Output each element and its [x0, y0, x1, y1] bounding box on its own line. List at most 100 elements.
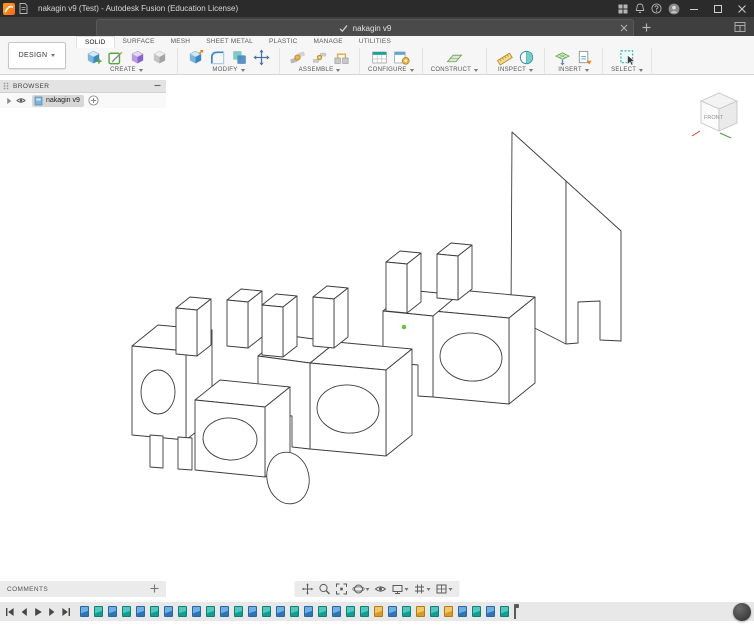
- timeline-feature-sketch-15[interactable]: [276, 606, 285, 617]
- visibility-eye-icon[interactable]: [16, 96, 26, 105]
- combine-icon[interactable]: [230, 48, 249, 66]
- timeline-feature-extrude-6[interactable]: [150, 606, 159, 617]
- ribbon-tab-sheet-metal[interactable]: SHEET METAL: [198, 36, 261, 48]
- display-settings-icon[interactable]: [390, 581, 411, 597]
- timeline-feature-extrude-12[interactable]: [234, 606, 243, 617]
- timeline-feature-extrude-29[interactable]: [472, 606, 481, 617]
- orbit-icon[interactable]: [351, 581, 372, 597]
- timeline-feature-extrude-18[interactable]: [318, 606, 327, 617]
- timeline-feature-extrude-31[interactable]: [500, 606, 509, 617]
- timeline-feature-sketch-5[interactable]: [136, 606, 145, 617]
- expand-caret-icon[interactable]: [5, 97, 13, 105]
- chevron-down-icon[interactable]: [366, 588, 370, 591]
- go-to-start-icon[interactable]: [4, 606, 15, 618]
- timeline-feature-sketch-30[interactable]: [486, 606, 495, 617]
- play-icon[interactable]: [32, 606, 43, 618]
- ribbon-group-label-construct[interactable]: CONSTRUCT: [431, 67, 478, 73]
- timeline-feature-extrude-24[interactable]: [402, 606, 411, 617]
- ribbon-group-label-inspect[interactable]: INSPECT: [498, 67, 533, 73]
- origin-point[interactable]: [402, 325, 407, 330]
- timeline-feature-joint-25[interactable]: [416, 606, 425, 617]
- ribbon-tab-surface[interactable]: SURFACE: [115, 36, 163, 48]
- zoom-icon[interactable]: [317, 581, 333, 597]
- notifications-bell-icon[interactable]: [631, 0, 648, 17]
- timeline-feature-sketch-7[interactable]: [164, 606, 173, 617]
- step-forward-icon[interactable]: [46, 606, 57, 618]
- construct-plane-icon[interactable]: [445, 48, 464, 66]
- close-button[interactable]: [730, 0, 754, 17]
- browser-root-row[interactable]: nakagin v9: [0, 93, 166, 108]
- timeline-feature-joint-22[interactable]: [374, 606, 383, 617]
- fit-icon[interactable]: [334, 581, 350, 597]
- new-component-icon[interactable]: [84, 48, 103, 66]
- create-form-icon[interactable]: [128, 48, 147, 66]
- timeline-feature-extrude-16[interactable]: [290, 606, 299, 617]
- timeline-feature-extrude-20[interactable]: [346, 606, 355, 617]
- timeline-feature-sketch-11[interactable]: [220, 606, 229, 617]
- section-analysis-icon[interactable]: [517, 48, 536, 66]
- file-menu-icon[interactable]: [15, 0, 32, 17]
- pan-icon[interactable]: [300, 581, 316, 597]
- chevron-down-icon[interactable]: [427, 588, 431, 591]
- user-avatar[interactable]: [665, 0, 682, 17]
- circle-plus-icon[interactable]: [88, 95, 99, 106]
- viewports-icon[interactable]: [434, 581, 455, 597]
- timeline-feature-extrude-8[interactable]: [178, 606, 187, 617]
- timeline-feature-extrude-2[interactable]: [94, 606, 103, 617]
- timeline-feature-sketch-1[interactable]: [80, 606, 89, 617]
- step-back-icon[interactable]: [18, 606, 29, 618]
- ribbon-group-label-create[interactable]: CREATE: [110, 67, 143, 73]
- timeline-feature-extrude-21[interactable]: [360, 606, 369, 617]
- document-tab[interactable]: nakagin v9: [96, 19, 634, 36]
- as-built-joint-icon[interactable]: [310, 48, 329, 66]
- ribbon-group-label-insert[interactable]: INSERT: [558, 67, 589, 73]
- maximize-button[interactable]: [706, 0, 730, 17]
- root-component-chip[interactable]: nakagin v9: [32, 95, 84, 107]
- fusion-app-icon[interactable]: [3, 3, 15, 15]
- ribbon-tab-mesh[interactable]: MESH: [163, 36, 199, 48]
- assistant-button[interactable]: [733, 603, 751, 621]
- timeline-feature-sketch-17[interactable]: [304, 606, 313, 617]
- grid-snaps-icon[interactable]: [412, 581, 433, 597]
- timeline-feature-extrude-4[interactable]: [122, 606, 131, 617]
- timeline-feature-joint-27[interactable]: [444, 606, 453, 617]
- joint-icon[interactable]: [288, 48, 307, 66]
- tab-close-icon[interactable]: [620, 24, 628, 34]
- ribbon-tab-utilities[interactable]: UTILITIES: [351, 36, 399, 48]
- workspace-selector[interactable]: DESIGN: [8, 42, 66, 69]
- tab-list-icon[interactable]: [734, 20, 746, 38]
- timeline-feature-sketch-23[interactable]: [388, 606, 397, 617]
- insert-mesh-icon[interactable]: [553, 48, 572, 66]
- help-icon[interactable]: [648, 0, 665, 17]
- ribbon-group-label-configure[interactable]: CONFIGURE: [368, 67, 414, 73]
- comments-panel[interactable]: COMMENTS: [0, 581, 166, 597]
- configure-features-icon[interactable]: [392, 48, 411, 66]
- browser-header[interactable]: BROWSER: [0, 80, 166, 93]
- configuration-table-icon[interactable]: [370, 48, 389, 66]
- timeline-feature-extrude-26[interactable]: [430, 606, 439, 617]
- primitive-box-icon[interactable]: [150, 48, 169, 66]
- model-canvas[interactable]: [0, 75, 754, 581]
- ribbon-tab-manage[interactable]: MANAGE: [305, 36, 350, 48]
- measure-icon[interactable]: [495, 48, 514, 66]
- minimize-button[interactable]: [682, 0, 706, 17]
- timeline-playhead[interactable]: [514, 605, 516, 619]
- ribbon-group-label-select[interactable]: SELECT: [611, 67, 643, 73]
- create-sketch-icon[interactable]: [106, 48, 125, 66]
- timeline-feature-sketch-9[interactable]: [192, 606, 201, 617]
- fillet-icon[interactable]: [208, 48, 227, 66]
- rigid-group-icon[interactable]: [332, 48, 351, 66]
- move-copy-icon[interactable]: [252, 48, 271, 66]
- timeline-feature-sketch-28[interactable]: [458, 606, 467, 617]
- ribbon-group-label-assemble[interactable]: ASSEMBLE: [299, 67, 341, 73]
- timeline-feature-extrude-10[interactable]: [206, 606, 215, 617]
- timeline-feature-sketch-3[interactable]: [108, 606, 117, 617]
- ribbon-tab-plastic[interactable]: PLASTIC: [261, 36, 306, 48]
- ribbon-tab-solid[interactable]: SOLID: [76, 36, 115, 48]
- chevron-down-icon[interactable]: [449, 588, 453, 591]
- insert-derive-icon[interactable]: [575, 48, 594, 66]
- viewcube[interactable]: FRONT: [690, 86, 748, 140]
- ribbon-group-label-modify[interactable]: MODIFY: [212, 67, 244, 73]
- extensions-icon[interactable]: [614, 0, 631, 17]
- select-window-icon[interactable]: [618, 48, 637, 66]
